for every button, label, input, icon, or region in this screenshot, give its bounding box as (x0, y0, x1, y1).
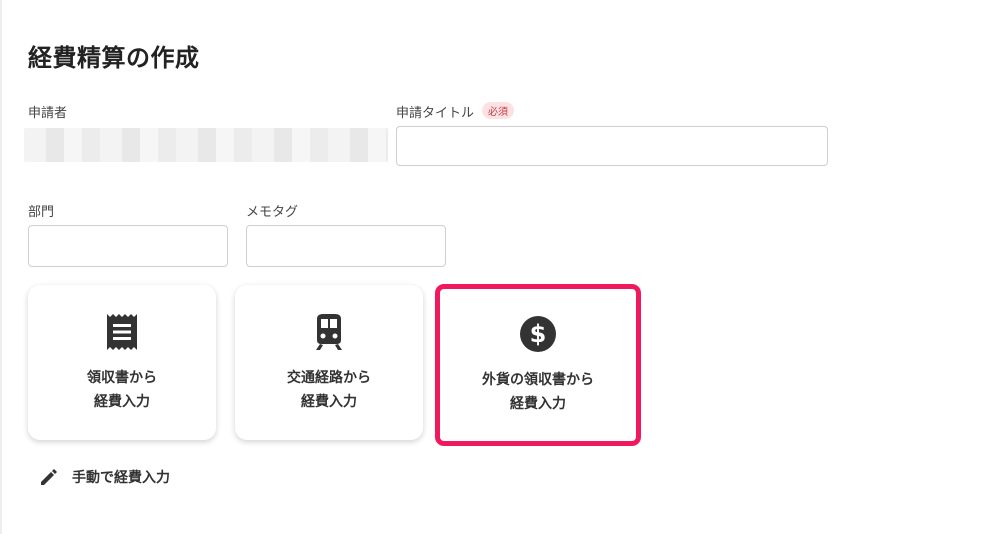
receipt-icon (102, 312, 142, 352)
applicant-name-redacted (24, 128, 388, 162)
department-label: 部門 (28, 205, 55, 220)
request-title-label: 申請タイトル (396, 106, 475, 121)
foreign-card-line1: 外貨の領収書から (482, 372, 594, 388)
receipt-card-label: 領収書から 経費入力 (87, 366, 157, 414)
manual-entry-label: 手動で経費入力 (72, 470, 170, 486)
receipt-card-line2: 経費入力 (94, 393, 150, 410)
transit-card-label: 交通経路から 経費入力 (287, 366, 371, 414)
foreign-card-label: 外貨の領収書から 経費入力 (482, 368, 594, 416)
manual-entry-button[interactable]: 手動で経費入力 (38, 466, 170, 488)
svg-text:$: $ (530, 320, 547, 348)
request-title-input[interactable] (396, 126, 828, 166)
memo-tag-input[interactable] (246, 225, 446, 267)
pencil-icon (38, 466, 60, 488)
applicant-label: 申請者 (28, 106, 68, 121)
page-title: 経費精算の作成 (28, 44, 200, 72)
left-border (0, 0, 2, 534)
request-title-label-row: 申請タイトル 必須 (396, 102, 515, 121)
department-input[interactable] (28, 225, 228, 267)
foreign-currency-receipt-entry-card[interactable]: $ 外貨の領収書から 経費入力 (435, 284, 641, 446)
receipt-entry-card[interactable]: 領収書から 経費入力 (28, 285, 216, 440)
foreign-card-line2: 経費入力 (510, 396, 566, 412)
required-badge: 必須 (482, 102, 515, 119)
train-icon (309, 312, 349, 352)
memo-tag-label: メモタグ (246, 205, 299, 220)
expense-create-page: 経費精算の作成 申請者 申請タイトル必須 部門 メモタグ 領収書から 経費入力 (0, 0, 993, 534)
transit-route-entry-card[interactable]: 交通経路から 経費入力 (235, 285, 423, 440)
transit-card-line1: 交通経路から (287, 369, 371, 386)
dollar-icon: $ (518, 314, 558, 354)
receipt-card-line1: 領収書から (87, 369, 157, 386)
transit-card-line2: 経費入力 (301, 393, 357, 410)
